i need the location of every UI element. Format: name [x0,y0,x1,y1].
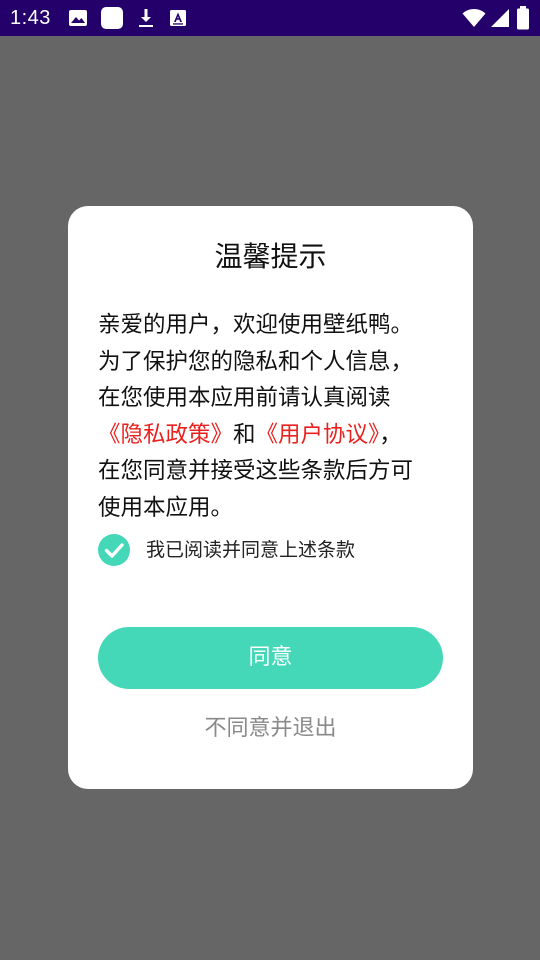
checkbox-checked-icon[interactable] [98,534,130,566]
conjunction-text: 和 [233,421,256,448]
cellular-signal-icon [490,8,510,28]
agree-terms-row[interactable]: 我已阅读并同意上述条款 [98,534,438,568]
message-line: 使用本应用。 [98,494,234,521]
dialog-title: 温馨提示 [214,240,327,273]
image-icon [68,8,88,28]
user-agreement-link[interactable]: 《用户协议》 [256,422,380,448]
square-notification-icon [100,6,124,30]
wifi-icon [462,8,486,28]
status-bar: 1:43 [0,0,540,36]
comma-text: ， [379,421,402,448]
message-line: 亲爱的用户，欢迎使用壁纸鸭。 [98,312,414,338]
status-time: 1:43 [10,7,51,29]
privacy-policy-link[interactable]: 《隐私政策》 [98,422,233,448]
message-line: 在您使用本应用前请认真阅读 [98,385,391,411]
privacy-dialog: 温馨提示 亲爱的用户，欢迎使用壁纸鸭。 为了保护您的隐私和个人信息， 在您使用本… [68,206,473,789]
agree-button[interactable]: 同意 [98,627,443,689]
agree-terms-label[interactable]: 我已阅读并同意上述条款 [146,538,355,562]
message-line-links: 《隐私政策》和《用户协议》， [98,417,448,454]
download-icon [136,8,156,28]
message-line: 在您同意并接受这些条款后方可 [98,458,414,484]
message-line: 为了保护您的隐私和个人信息， [98,348,414,375]
dialog-message: 亲爱的用户，欢迎使用壁纸鸭。 为了保护您的隐私和个人信息， 在您使用本应用前请认… [98,307,448,526]
font-app-icon [168,8,188,28]
battery-icon [516,6,530,30]
decline-and-exit-button[interactable]: 不同意并退出 [68,714,473,744]
